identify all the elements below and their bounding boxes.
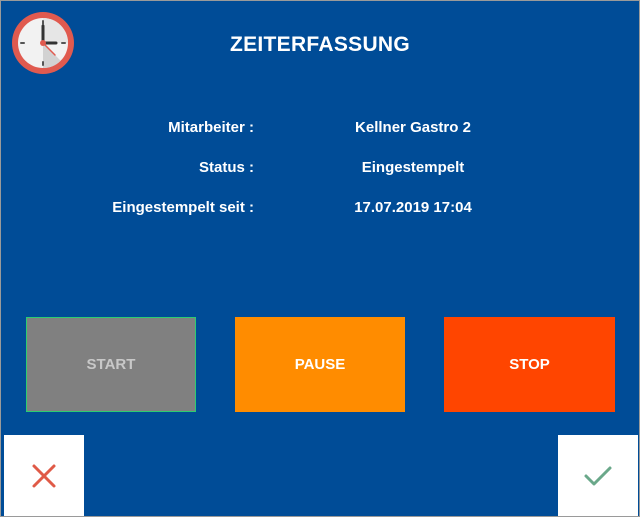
employee-value: Kellner Gastro 2 <box>355 119 471 136</box>
confirm-button[interactable] <box>558 435 638 516</box>
status-label: Status : <box>198 159 254 176</box>
checkmark-icon <box>584 466 612 485</box>
info-row-employee: Mitarbeiter : Kellner Gastro 2 <box>1 119 639 143</box>
pause-button-label: PAUSE <box>294 356 346 373</box>
status-value: Eingestempelt <box>361 159 465 176</box>
close-icon <box>32 464 56 487</box>
cancel-button[interactable] <box>4 435 84 516</box>
employee-label: Mitarbeiter : <box>168 119 254 136</box>
start-button-label: START <box>86 356 136 373</box>
clocked-in-since-label: Eingestempelt seit : <box>112 199 254 216</box>
stop-button-label: STOP <box>509 356 550 373</box>
stop-button[interactable]: STOP <box>444 317 615 412</box>
start-button[interactable]: START <box>26 317 196 412</box>
page-title: ZEITERFASSUNG <box>229 33 411 56</box>
clocked-in-since-value: 17.07.2019 17:04 <box>354 199 472 216</box>
pause-button[interactable]: PAUSE <box>235 317 405 412</box>
time-tracking-window: ZEITERFASSUNG Mitarbeiter : Kellner Gast… <box>0 0 640 517</box>
info-row-since: Eingestempelt seit : 17.07.2019 17:04 <box>1 199 639 223</box>
info-row-status: Status : Eingestempelt <box>1 159 639 183</box>
